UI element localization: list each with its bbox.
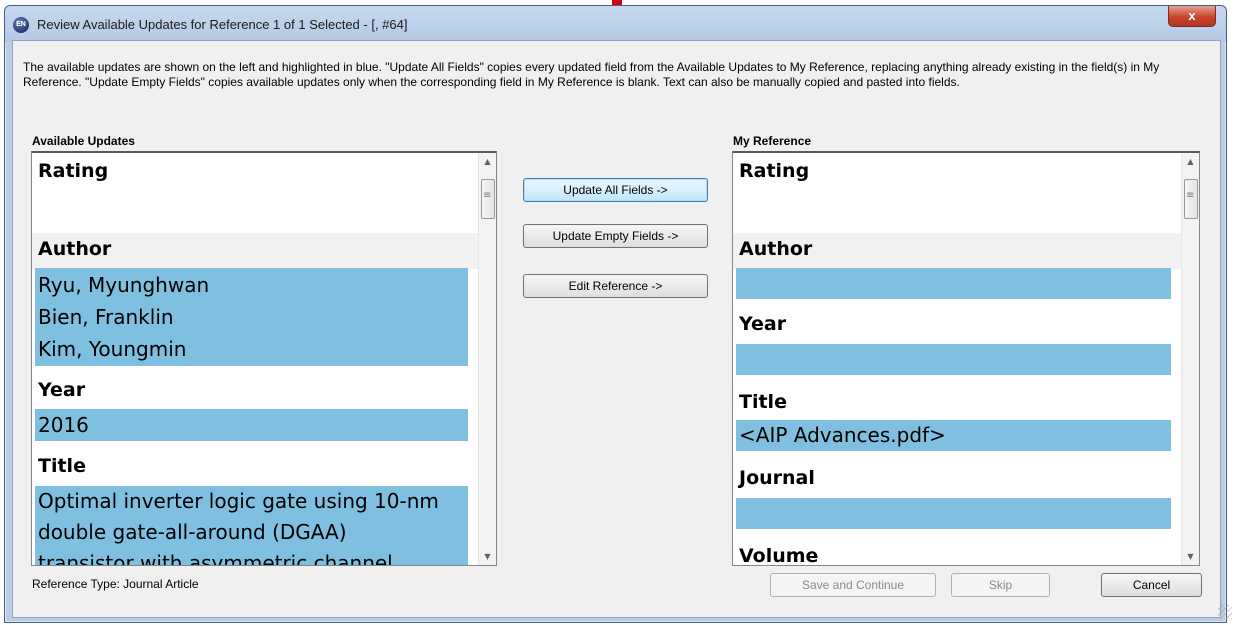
scroll-down-icon[interactable]: ▼	[479, 548, 496, 565]
reference-type-label: Reference Type: Journal Article	[32, 577, 199, 591]
author-line: Kim, Youngmin	[38, 337, 187, 361]
field-label-rating: Rating	[739, 160, 810, 182]
field-label-journal: Journal	[739, 467, 815, 489]
cancel-button[interactable]: Cancel	[1101, 573, 1202, 597]
author-line: Bien, Franklin	[38, 305, 174, 329]
field-label-title: Title	[38, 455, 86, 477]
year-value[interactable]: 2016	[35, 409, 468, 441]
author-value[interactable]: Ryu, Myunghwan Bien, Franklin Kim, Young…	[35, 268, 468, 366]
field-label-volume: Volume	[739, 545, 819, 565]
instructions-text: The available updates are shown on the l…	[23, 60, 1160, 89]
available-updates-scrollbar[interactable]: ▲ ▼	[478, 153, 496, 565]
update-all-fields-button[interactable]: Update All Fields ->	[523, 178, 708, 202]
journal-value[interactable]	[736, 498, 1171, 529]
edit-reference-button[interactable]: Edit Reference ->	[523, 274, 708, 298]
title-line: double gate-all-around (DGAA)	[38, 520, 347, 544]
endnote-app-icon: EN	[13, 17, 29, 33]
field-label-rating: Rating	[38, 160, 109, 182]
scroll-down-icon[interactable]: ▼	[1182, 548, 1199, 565]
title-line: transistor with asymmetric channel	[38, 551, 393, 565]
window-title: Review Available Updates for Reference 1…	[37, 17, 408, 32]
available-updates-panel[interactable]: Rating Author Ryu, Myunghwan Bien, Frank…	[31, 151, 497, 566]
available-updates-heading: Available Updates	[32, 134, 135, 148]
my-reference-heading: My Reference	[733, 134, 812, 148]
author-value[interactable]	[736, 268, 1171, 299]
scroll-up-icon[interactable]: ▲	[1182, 153, 1199, 170]
field-label-author: Author	[739, 238, 813, 260]
title-bar[interactable]: EN Review Available Updates for Referenc…	[5, 6, 1226, 42]
scroll-thumb[interactable]	[481, 179, 495, 219]
title-value[interactable]: <AIP Advances.pdf>	[736, 420, 1171, 451]
title-line: Optimal inverter logic gate using 10-nm	[38, 489, 439, 513]
scroll-up-icon[interactable]: ▲	[479, 153, 496, 170]
my-reference-panel[interactable]: Rating Author Year Title <AIP Advances.p…	[732, 151, 1200, 566]
update-empty-fields-button[interactable]: Update Empty Fields ->	[523, 224, 708, 248]
year-value[interactable]	[736, 344, 1171, 375]
skip-button[interactable]: Skip	[951, 573, 1050, 597]
field-label-author: Author	[38, 238, 112, 260]
my-reference-scrollbar[interactable]: ▲ ▼	[1181, 153, 1199, 565]
close-button[interactable]: x	[1168, 6, 1216, 27]
save-and-continue-button[interactable]: Save and Continue	[770, 573, 936, 597]
author-line: Ryu, Myunghwan	[38, 273, 210, 297]
field-label-year: Year	[38, 379, 86, 401]
title-value[interactable]: Optimal inverter logic gate using 10-nm …	[35, 486, 468, 565]
field-label-year: Year	[739, 313, 787, 335]
scroll-thumb[interactable]	[1184, 179, 1198, 219]
resize-grip[interactable]	[1218, 605, 1232, 619]
field-label-title: Title	[739, 391, 787, 413]
